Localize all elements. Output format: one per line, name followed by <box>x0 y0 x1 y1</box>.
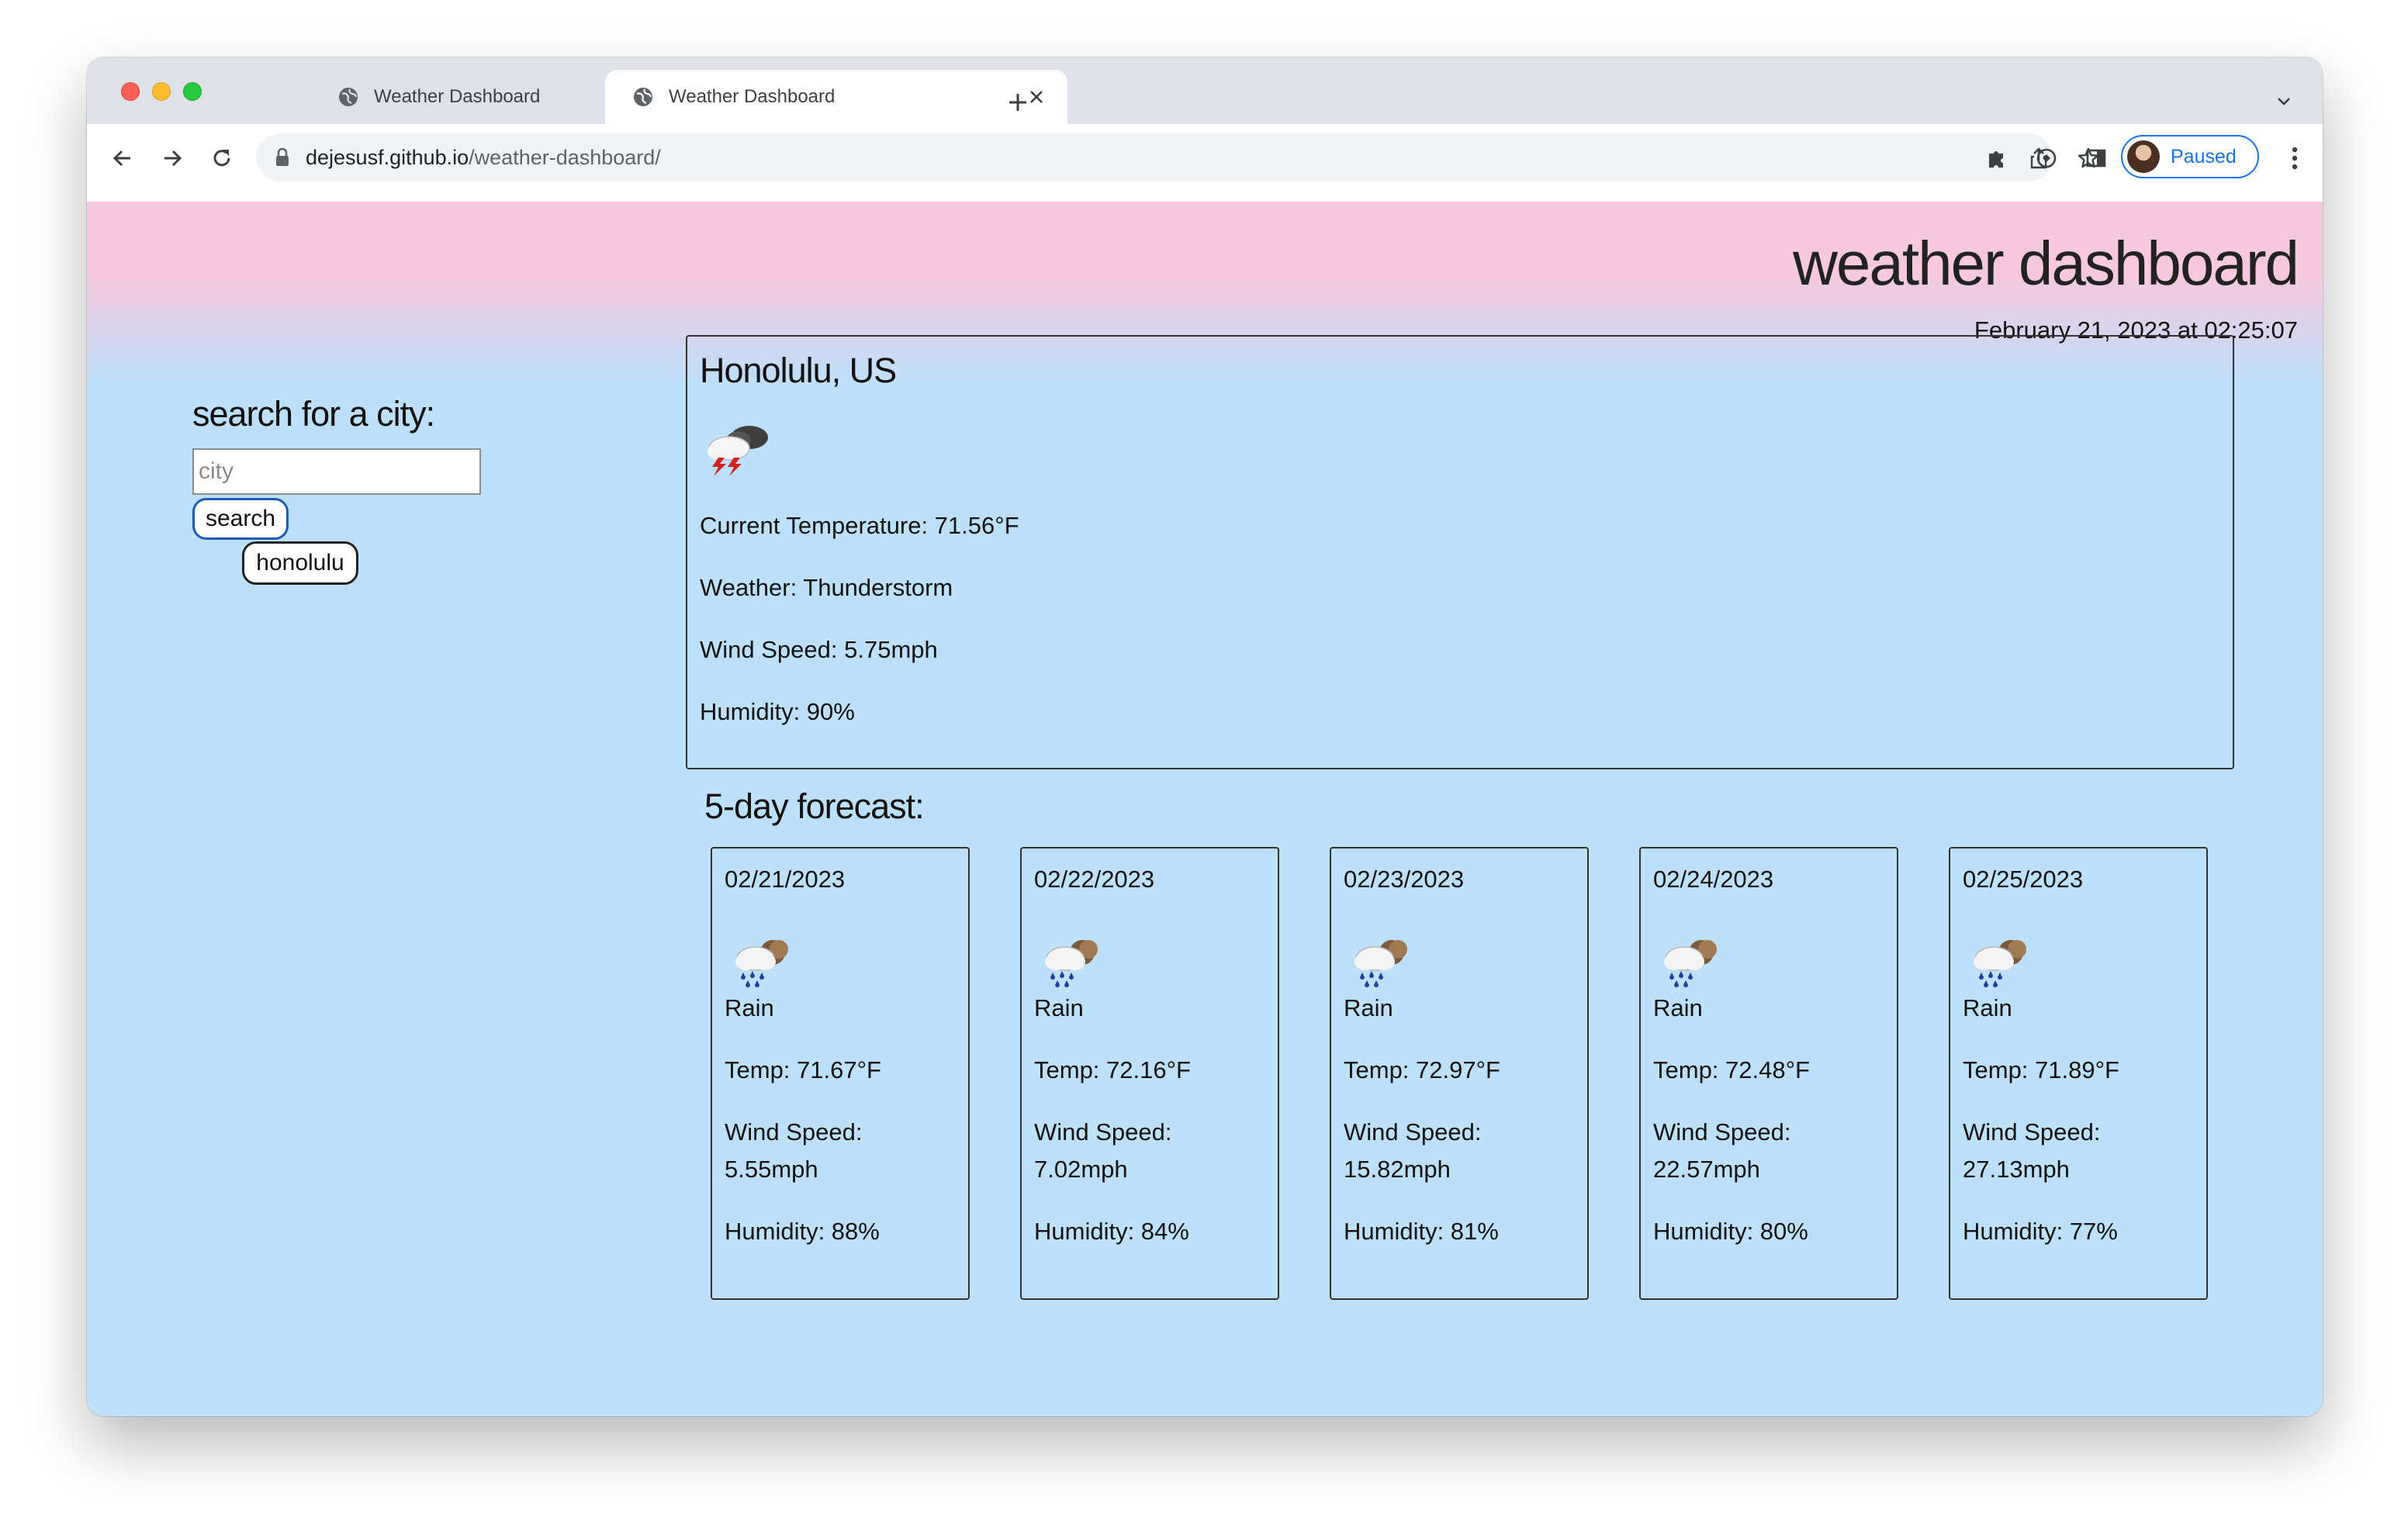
forecast-humidity: Humidity: 84% <box>1034 1218 1189 1245</box>
forecast-condition: Rain <box>725 994 774 1021</box>
forecast-wind-value: 22.57mph <box>1653 1156 1760 1183</box>
forecast-condition: Rain <box>1653 994 1703 1021</box>
forecast-wind-label: Wind Speed: <box>725 1118 863 1146</box>
forecast-date: 02/21/2023 <box>725 866 846 893</box>
current-wind-speed: Wind Speed: 5.75mph <box>700 636 938 663</box>
forecast-date: 02/25/2023 <box>1963 866 2084 893</box>
rain-icon <box>1348 932 1415 990</box>
forecast-wind-label: Wind Speed: <box>1344 1118 1482 1146</box>
rain-icon <box>729 932 796 990</box>
forecast-condition: Rain <box>1034 994 1084 1021</box>
forecast-temp: Temp: 71.67°F <box>725 1056 881 1083</box>
current-city-name: Honolulu, US <box>700 351 897 390</box>
forecast-card: 02/24/2023 Rain Temp: 72.48°F Wind Speed… <box>1639 847 1898 1300</box>
forecast-wind-label: Wind Speed: <box>1034 1118 1172 1146</box>
avatar <box>2127 140 2160 173</box>
extensions-puzzle-icon[interactable] <box>1978 140 2015 177</box>
current-temperature: Current Temperature: 71.56°F <box>700 512 1019 539</box>
browser-toolbar: dejesusf.github.io/weather-dashboard/ Pa… <box>87 124 2323 209</box>
forecast-temp: Temp: 71.89°F <box>1963 1056 2119 1083</box>
tab-strip: Weather Dashboard Weather Dashboard <box>87 57 2323 124</box>
forecast-temp: Temp: 72.97°F <box>1344 1056 1500 1083</box>
tab-title: Weather Dashboard <box>669 86 836 107</box>
new-tab-plus-icon[interactable] <box>996 81 1040 124</box>
tab-search-chevron-icon[interactable] <box>2268 85 2299 116</box>
globe-icon <box>631 85 655 109</box>
forecast-wind-value: 15.82mph <box>1344 1156 1451 1183</box>
side-panel-icon[interactable] <box>2078 140 2115 177</box>
forecast-wind-label: Wind Speed: <box>1653 1118 1791 1146</box>
more-menu-icon[interactable] <box>2279 140 2310 177</box>
globe-icon <box>337 85 360 109</box>
history-button-honolulu[interactable]: honolulu <box>242 541 358 585</box>
window-minimize-button[interactable] <box>152 82 171 101</box>
forecast-wind-value: 5.55mph <box>725 1156 818 1183</box>
forecast-condition: Rain <box>1344 994 1393 1021</box>
thunderstorm-icon <box>701 417 776 479</box>
page-viewport: weather dashboard February 21, 2023 at 0… <box>87 202 2323 1416</box>
back-arrow-icon[interactable] <box>104 140 141 177</box>
forecast-wind-value: 7.02mph <box>1034 1156 1128 1183</box>
address-bar[interactable]: dejesusf.github.io/weather-dashboard/ <box>256 133 2099 181</box>
forecast-wind-label: Wind Speed: <box>1963 1118 2101 1146</box>
forecast-wind-value: 27.13mph <box>1963 1156 2070 1183</box>
forecast-card: 02/21/2023 Rain Temp: 71.67°F Wind Speed… <box>711 847 970 1300</box>
current-humidity: Humidity: 90% <box>700 698 855 725</box>
window-close-button[interactable] <box>121 82 140 101</box>
forward-arrow-icon[interactable] <box>154 140 191 177</box>
forecast-humidity: Humidity: 81% <box>1344 1218 1499 1245</box>
current-weather: Weather: Thunderstorm <box>700 574 953 601</box>
forecast-date: 02/23/2023 <box>1344 866 1465 893</box>
rain-icon <box>1967 932 2034 990</box>
forecast-heading: 5-day forecast: <box>704 786 925 826</box>
profile-button[interactable]: Paused <box>2121 135 2259 178</box>
forecast-card: 02/23/2023 Rain Temp: 72.97°F Wind Speed… <box>1330 847 1589 1300</box>
rain-icon <box>1658 932 1725 990</box>
search-sidebar: search for a city: search honolulu <box>192 394 627 585</box>
forecast-humidity: Humidity: 88% <box>725 1218 880 1245</box>
forecast-card: 02/25/2023 Rain Temp: 71.89°F Wind Speed… <box>1949 847 2208 1300</box>
forecast-condition: Rain <box>1963 994 2012 1021</box>
window-zoom-button[interactable] <box>183 82 202 101</box>
forecast-temp: Temp: 72.48°F <box>1653 1056 1810 1083</box>
lock-icon[interactable] <box>273 146 292 169</box>
forecast-humidity: Humidity: 80% <box>1653 1218 1808 1245</box>
search-heading: search for a city: <box>192 394 435 434</box>
forecast-card: 02/22/2023 Rain Temp: 72.16°F Wind Speed… <box>1020 847 1279 1300</box>
page-title: weather dashboard <box>1793 229 2299 298</box>
reload-icon[interactable] <box>203 140 240 177</box>
current-weather-card: Honolulu, US Current Temperature: 71.56°… <box>686 335 2234 769</box>
city-search-input[interactable] <box>192 448 481 495</box>
search-button[interactable]: search <box>192 498 289 540</box>
forecast-date: 02/24/2023 <box>1653 866 1774 893</box>
forecast-date: 02/22/2023 <box>1034 866 1155 893</box>
browser-window: Weather Dashboard Weather Dashboard deje… <box>87 57 2323 1416</box>
profile-status-label: Paused <box>2171 145 2237 168</box>
url-text: dejesusf.github.io/weather-dashboard/ <box>306 145 661 169</box>
forecast-humidity: Humidity: 77% <box>1963 1218 2118 1245</box>
forecast-temp: Temp: 72.16°F <box>1034 1056 1191 1083</box>
tab-title: Weather Dashboard <box>374 86 541 107</box>
rain-icon <box>1039 932 1105 990</box>
extension-sync-icon[interactable] <box>2028 140 2065 177</box>
